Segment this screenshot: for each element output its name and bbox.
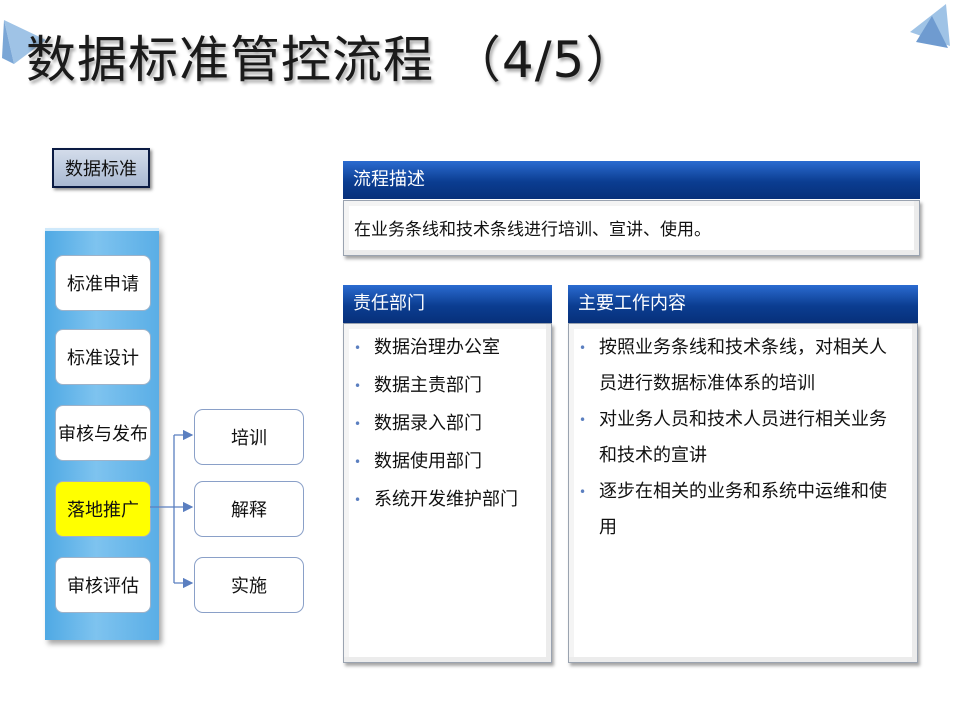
sub-item-explanation[interactable]: 解释 [194,481,304,537]
process-description-text: 在业务条线和技术条线进行培训、宣讲、使用。 [354,220,711,240]
page-title: 数据标准管控流程 （4/5） [26,31,637,89]
work-item-line: 用 [599,517,617,538]
bullet-icon: • [579,413,587,427]
sub-item-implementation[interactable]: 实施 [194,557,304,613]
list-item: • 数据主责部门 [344,374,518,412]
step-standard-application[interactable]: 标准申请 [55,255,151,311]
step-connectors [150,429,194,589]
work-item-line: 对业务人员和技术人员进行相关业务 [599,409,887,430]
work-item-line: 员进行数据标准体系的培训 [599,373,815,394]
bullet-icon: • [579,485,587,499]
main-work-body: • 按照业务条线和技术条线，对相关人 员进行数据标准体系的培训 • 对业务人员和技术人… [568,323,918,663]
step-standard-design[interactable]: 标准设计 [55,329,151,385]
work-item-line: 和技术的宣讲 [599,445,707,466]
dept-item-label: 系统开发维护部门 [374,489,518,510]
process-steps-column: 标准申请 标准设计 审核与发布 落地推广 审核评估 [45,228,159,640]
list-item: • 系统开发维护部门 [344,488,518,526]
dept-list: • 数据治理办公室 • 数据主责部门 • 数据录入部门 • 数据使用部门 • 系统开发维护… [344,336,518,526]
list-item: • 数据使用部门 [344,450,518,488]
dept-item-label: 数据治理办公室 [374,337,500,358]
bullet-icon: • [579,341,587,355]
process-description-header: 流程描述 [343,161,920,199]
data-standard-label: 数据标准 [52,148,150,188]
list-item: • 逐步在相关的业务和系统中运维和使用 [569,474,887,546]
bullet-icon: • [354,493,362,507]
bullet-icon: • [354,379,362,393]
corner-decoration-right [910,4,950,48]
list-item: • 数据录入部门 [344,412,518,450]
list-item: • 按照业务条线和技术条线，对相关人 员进行数据标准体系的培训 [569,330,887,402]
sub-item-training[interactable]: 培训 [194,409,304,465]
step-rollout-promotion[interactable]: 落地推广 [55,481,151,537]
main-work-header: 主要工作内容 [568,285,918,323]
dept-item-label: 数据主责部门 [374,375,482,396]
list-item: • 对业务人员和技术人员进行相关业务 和技术的宣讲 [569,402,887,474]
list-item: • 数据治理办公室 [344,336,518,374]
responsible-dept-body: • 数据治理办公室 • 数据主责部门 • 数据录入部门 • 数据使用部门 • 系统开发维护… [343,323,552,663]
step-review-and-release[interactable]: 审核与发布 [55,405,151,461]
dept-item-label: 数据录入部门 [374,413,482,434]
bullet-icon: • [354,455,362,469]
work-item-line: 逐步在相关的业务和系统中运维和使 [599,481,887,502]
responsible-dept-header: 责任部门 [343,285,552,323]
work-item-line: 按照业务条线和技术条线，对相关人 [599,337,887,358]
bullet-icon: • [354,341,362,355]
dept-item-label: 数据使用部门 [374,451,482,472]
work-list: • 按照业务条线和技术条线，对相关人 员进行数据标准体系的培训 • 对业务人员和技术人… [569,330,887,546]
process-description-body: 在业务条线和技术条线进行培训、宣讲、使用。 [343,200,920,256]
bullet-icon: • [354,417,362,431]
step-review-evaluation[interactable]: 审核评估 [55,557,151,613]
